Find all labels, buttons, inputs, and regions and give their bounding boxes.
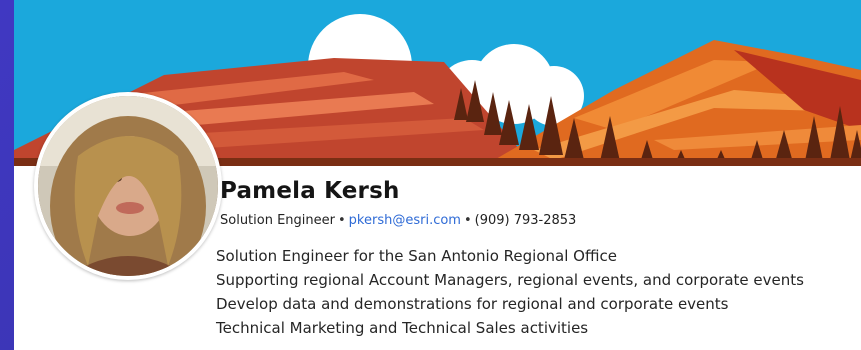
profile-title: Solution Engineer — [220, 213, 335, 228]
bio-line: Supporting regional Account Managers, re… — [216, 271, 804, 289]
profile-contact-line: Solution Engineer • pkersh@esri.com • (909) … — [220, 213, 576, 228]
phone-number: (909) 793-2853 — [474, 213, 577, 228]
email-link[interactable]: pkersh@esri.com — [349, 213, 461, 228]
separator-dot: • — [463, 213, 472, 228]
separator-dot: • — [338, 213, 346, 228]
bio-line: Develop data and demonstrations for regi… — [216, 295, 729, 313]
profile-avatar — [34, 92, 222, 280]
bio-line: Solution Engineer for the San Antonio Re… — [216, 247, 617, 265]
bio-line: Technical Marketing and Technical Sales … — [216, 319, 589, 337]
profile-name: Pamela Kersh — [220, 178, 400, 204]
profile-bio: Solution Engineer for the San Antonio Re… — [216, 244, 804, 340]
profile-card: Pamela Kersh Solution Engineer • pkersh@es… — [14, 0, 861, 350]
